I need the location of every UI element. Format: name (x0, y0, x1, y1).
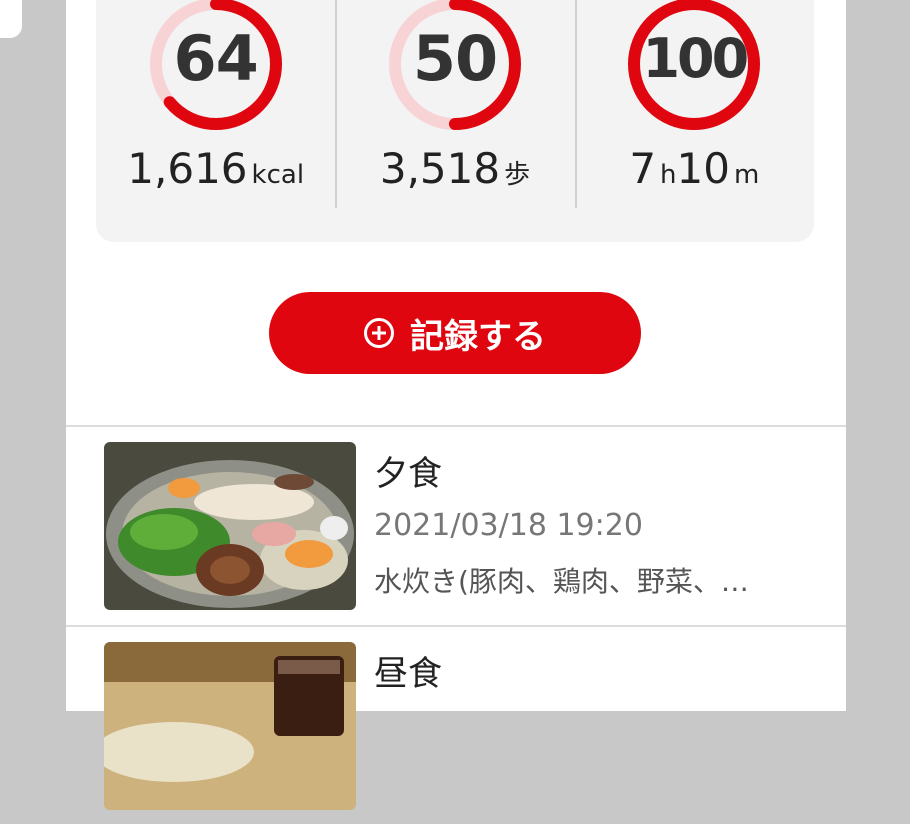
record-button-label: 記録する (410, 316, 546, 357)
steps-score-ring: 50 (379, 0, 531, 140)
sleep-score: 100 (642, 26, 749, 90)
meal-datetime: 2021/03/18 19:20 (374, 508, 643, 543)
background-card-edge (0, 0, 22, 38)
plus-circle-icon (364, 318, 394, 348)
stat-calories[interactable]: 64 1,616 kcal (96, 0, 335, 242)
meal-title: 昼食 (374, 654, 442, 694)
calorie-score-ring: 64 (140, 0, 292, 140)
stat-sleep[interactable]: 100 7 h10 m (574, 0, 814, 242)
steps-unit: 歩 (504, 160, 531, 190)
lunch-photo (104, 642, 356, 810)
record-button[interactable]: 記録する (269, 292, 641, 374)
background-panel (0, 0, 12, 711)
sleep-score-ring: 100 (618, 0, 770, 140)
steps-score: 50 (412, 21, 498, 95)
sleep-minutes: 10 (676, 144, 730, 193)
sleep-minutes-unit: m (733, 160, 760, 190)
dinner-photo (104, 442, 356, 610)
calorie-unit: kcal (251, 160, 305, 190)
sleep-hours: 7 (629, 144, 657, 193)
sleep-hours-unit: h (660, 160, 677, 190)
stats-panel: 64 1,616 kcal 50 3,518 歩 100 7 h10 m (96, 0, 814, 242)
meal-title: 夕食 (374, 454, 442, 494)
steps-value: 3,518 (379, 144, 501, 193)
calorie-score: 64 (173, 21, 259, 95)
meal-item-lunch[interactable]: 昼食 (66, 626, 846, 824)
stat-steps[interactable]: 50 3,518 歩 (335, 0, 574, 242)
home-card: 64 1,616 kcal 50 3,518 歩 100 7 h10 m 記録す… (66, 0, 846, 810)
calorie-value: 1,616 (127, 144, 248, 193)
meal-item-dinner[interactable]: 夕食 2021/03/18 19:20 水炊き(豚肉、鶏肉、野菜、… (66, 426, 846, 624)
meal-description: 水炊き(豚肉、鶏肉、野菜、… (374, 565, 749, 598)
